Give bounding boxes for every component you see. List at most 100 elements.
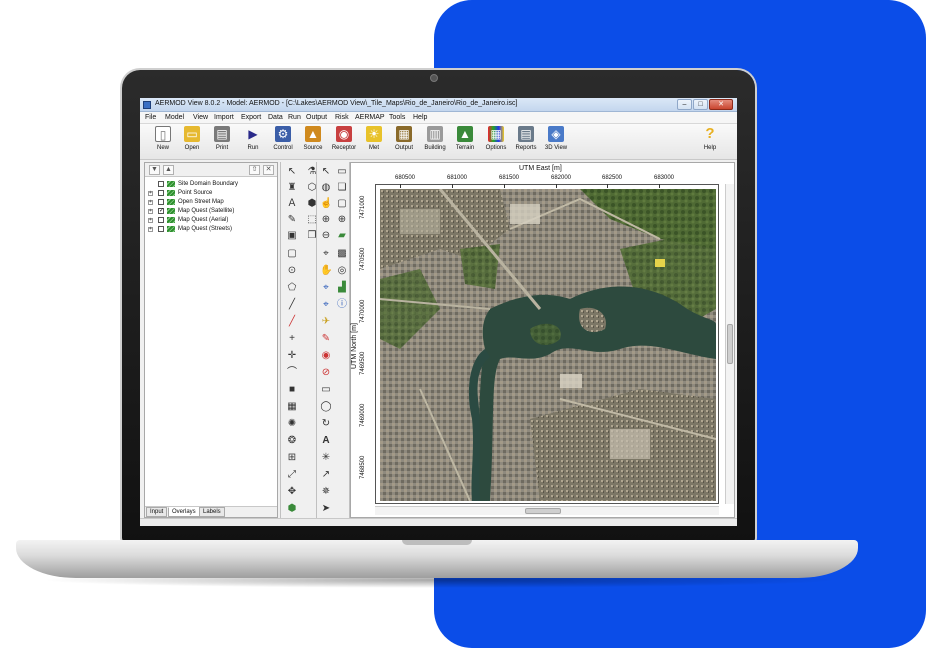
edit-tool-icon[interactable]: ✎ <box>286 214 298 226</box>
tree-checkbox[interactable] <box>158 217 164 223</box>
north-arrow-icon[interactable]: ➤ <box>320 503 332 515</box>
menu-model[interactable]: Model <box>165 114 184 121</box>
zoom-out-icon[interactable]: ⊖ <box>320 230 332 242</box>
help-button[interactable]: ? Help <box>696 126 724 158</box>
reports-button[interactable]: ▤ Reports <box>512 126 540 158</box>
matrix-icon[interactable]: ⊞ <box>286 452 298 464</box>
cross-icon[interactable]: + <box>286 333 298 345</box>
horizontal-scroll-thumb[interactable] <box>525 508 561 514</box>
run-button[interactable]: ▶ Run <box>239 126 267 158</box>
no-icon[interactable]: ⊘ <box>320 367 332 379</box>
tree-checkbox[interactable] <box>158 226 164 232</box>
grid-icon[interactable]: ▦ <box>286 401 298 413</box>
text-tool-icon[interactable]: A <box>320 435 332 447</box>
arc-tool-icon[interactable]: ⌒ <box>286 367 298 379</box>
pointer-icon[interactable]: ↖ <box>286 166 298 178</box>
zoom-in-icon[interactable]: ⊕ <box>320 214 332 226</box>
label-tool-icon[interactable]: Ａ <box>286 198 298 210</box>
met-button[interactable]: ☀ Met <box>360 126 388 158</box>
expand-icon[interactable]: + <box>148 209 153 214</box>
minimize-button[interactable]: – <box>677 99 692 110</box>
filled-square-icon[interactable]: ■ <box>286 384 298 396</box>
menu-aermap[interactable]: AERMAP <box>355 114 385 121</box>
ellipse-icon[interactable]: ◯ <box>320 401 332 413</box>
rotate-icon[interactable]: ↻ <box>320 418 332 430</box>
globe-icon[interactable]: ◍ <box>320 182 332 194</box>
vertical-scrollbar[interactable] <box>725 184 734 504</box>
circle-target-icon[interactable]: ⊙ <box>286 265 298 277</box>
3d-view-button[interactable]: ◈ 3D View <box>542 126 570 158</box>
layers-icon[interactable]: ❏ <box>336 182 348 194</box>
tree-checkbox-checked[interactable]: ✓ <box>158 208 164 214</box>
target-icon[interactable]: ⌖ <box>320 299 332 311</box>
expand-icon[interactable]: + <box>148 218 153 223</box>
receptor-button[interactable]: ◉ Receptor <box>330 126 358 158</box>
menu-output[interactable]: Output <box>306 114 327 121</box>
select-arrow-icon[interactable]: ↖ <box>320 166 332 178</box>
cross-line-icon[interactable]: ✛ <box>286 350 298 362</box>
menu-risk[interactable]: Risk <box>335 114 349 121</box>
transform-icon[interactable]: ⤢ <box>286 469 298 481</box>
rectangle-icon[interactable]: ▭ <box>320 384 332 396</box>
close-button[interactable]: ✕ <box>709 99 733 110</box>
source-button[interactable]: ▲ Source <box>299 126 327 158</box>
terrain-layer-icon[interactable]: ▰ <box>336 230 348 242</box>
tree-checkbox[interactable] <box>158 190 164 196</box>
pencil-icon[interactable]: ✎ <box>320 333 332 345</box>
pin-icon[interactable]: ◉ <box>320 350 332 362</box>
menu-export[interactable]: Export <box>241 114 261 121</box>
radial-icon[interactable]: ❂ <box>286 435 298 447</box>
expand-icon[interactable]: + <box>148 200 153 205</box>
arrow-icon[interactable]: ↗ <box>320 469 332 481</box>
bird-icon[interactable]: ✈ <box>320 316 332 328</box>
tree-checkbox[interactable] <box>158 199 164 205</box>
maximize-button[interactable]: □ <box>693 99 708 110</box>
add-layer-button[interactable]: ⇧ <box>249 165 260 175</box>
pan-icon[interactable]: ☝ <box>320 198 332 210</box>
zoom-region-icon[interactable]: ◎ <box>336 265 348 277</box>
menu-data[interactable]: Data <box>268 114 283 121</box>
new-button[interactable]: ▯ New <box>149 126 177 158</box>
expand-icon[interactable]: + <box>148 191 153 196</box>
menu-import[interactable]: Import <box>214 114 234 121</box>
info-icon[interactable]: ⓘ <box>336 299 348 311</box>
tree-checkbox[interactable] <box>158 181 164 187</box>
histogram-icon[interactable]: ▟ <box>336 282 348 294</box>
horizontal-scrollbar[interactable] <box>375 506 719 515</box>
polygon-icon[interactable]: ⬠ <box>286 282 298 294</box>
terrain-button[interactable]: ▲ Terrain <box>451 126 479 158</box>
output-button[interactable]: ▦ Output <box>390 126 418 158</box>
stack-icon[interactable]: ♜ <box>286 182 298 194</box>
map-tile-icon[interactable]: ▩ <box>336 248 348 260</box>
extent-icon[interactable]: ⌖ <box>320 282 332 294</box>
move-up-button[interactable]: ▲ <box>163 165 174 175</box>
tree-item-open-street-map[interactable]: + Open Street Map <box>147 198 275 207</box>
tree-item-map-quest-satellite[interactable]: + ✓ Map Quest (Satellite) <box>147 207 275 216</box>
tree-item-point-source[interactable]: + Point Source <box>147 189 275 198</box>
move-down-button[interactable]: ▼ <box>149 165 160 175</box>
tab-input[interactable]: Input <box>146 507 168 517</box>
box-icon[interactable]: ▢ <box>286 248 298 260</box>
tree-item-map-quest-streets[interactable]: + Map Quest (Streets) <box>147 225 275 234</box>
tree-item-site-domain-boundary[interactable]: Site Domain Boundary <box>147 180 275 189</box>
menu-tools[interactable]: Tools <box>389 114 405 121</box>
vertical-scroll-thumb[interactable] <box>727 324 733 364</box>
move-icon[interactable]: ✥ <box>286 486 298 498</box>
print-button[interactable]: ▤ Print <box>208 126 236 158</box>
menu-run[interactable]: Run <box>288 114 301 121</box>
polar-grid-icon[interactable]: ✺ <box>286 418 298 430</box>
ruler-icon[interactable]: ▭ <box>336 166 348 178</box>
menu-view[interactable]: View <box>193 114 208 121</box>
building-button[interactable]: ▥ Building <box>421 126 449 158</box>
star-icon[interactable]: ✳ <box>320 452 332 464</box>
zoom-box-icon[interactable]: ▢ <box>336 198 348 210</box>
compass-icon[interactable]: ✵ <box>320 486 332 498</box>
tab-overlays[interactable]: Overlays <box>168 507 200 517</box>
world-icon[interactable]: ⊕ <box>336 214 348 226</box>
open-button[interactable]: ▭ Open <box>178 126 206 158</box>
satellite-image[interactable] <box>380 189 716 501</box>
menu-help[interactable]: Help <box>413 114 427 121</box>
red-line-icon[interactable]: ╱ <box>286 316 298 328</box>
crosshair-icon[interactable]: ⌖ <box>320 248 332 260</box>
map-view[interactable]: UTM East [m] 680500 681000 681500 682000… <box>350 162 735 518</box>
